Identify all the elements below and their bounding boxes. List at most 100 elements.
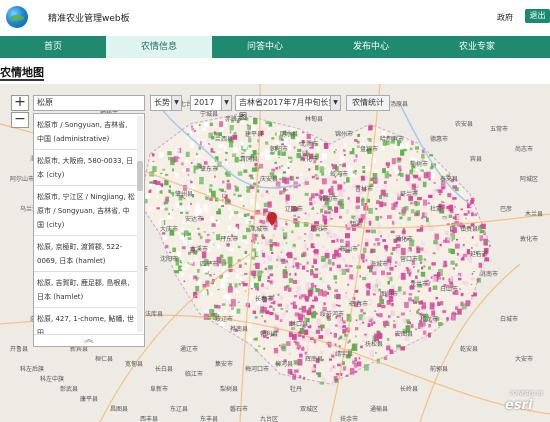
suggestion-item[interactable]: 松原市 / Songyuan, 吉林省, 中国 (administrative) [34, 114, 138, 150]
suggestion-scroll-thumb[interactable] [137, 161, 143, 191]
crop-patch [224, 190, 227, 193]
crop-patch [210, 148, 214, 153]
crop-patch [442, 217, 446, 220]
crop-patch [240, 164, 245, 168]
crop-patch [410, 323, 414, 328]
crop-patch [196, 227, 200, 230]
place-label: 通化市 [395, 236, 414, 243]
zoom-out-button[interactable]: − [11, 112, 29, 128]
crop-patch [212, 232, 215, 234]
farm-stats-button[interactable]: 农情统计 [346, 95, 390, 111]
crop-patch [290, 302, 294, 305]
zoom-in-button[interactable]: + [11, 95, 29, 111]
place-label: 凤城市 [250, 226, 269, 233]
crop-patch [281, 165, 283, 167]
crop-patch [190, 202, 192, 205]
crop-patch [250, 282, 254, 288]
crop-patch [364, 176, 367, 178]
crop-patch [253, 118, 258, 125]
crop-patch [395, 201, 399, 204]
crop-patch [391, 220, 395, 225]
crop-patch [422, 330, 427, 335]
crop-patch [365, 259, 368, 262]
place-label: 安图县 [395, 331, 414, 338]
crop-patch [255, 337, 258, 341]
place-label: 勃利县 [260, 331, 279, 338]
crop-patch [211, 178, 215, 181]
place-label: 阿尔山市 [10, 176, 35, 183]
crop-patch [381, 145, 385, 151]
crop-patch [315, 233, 320, 237]
nav-item-farm-info[interactable]: 农情信息 [106, 36, 212, 58]
chevron-down-icon[interactable]: ▼ [330, 96, 340, 110]
place-label: 乾安县 [460, 346, 479, 353]
logout-button[interactable]: 退出 [525, 9, 550, 23]
crop-patch [260, 241, 264, 244]
crop-patch [220, 283, 226, 289]
crop-patch [202, 290, 208, 296]
suggestion-item[interactable]: 松原市, 宁江区 / Ningjiang, 松原市 / Songyuan, 吉林… [34, 186, 138, 236]
map-layer-select[interactable]: 吉林省2017年7月中旬长势图 ▼ [235, 95, 341, 121]
crop-patch [148, 206, 152, 211]
crop-patch [390, 310, 395, 316]
suggestion-item[interactable]: 松原, 京極町, 渡賀郡, 522-0069, 日本 (hamlet) [34, 236, 138, 272]
suggestion-scrollbar[interactable] [137, 116, 143, 332]
crop-patch [400, 272, 406, 280]
crop-patch [367, 257, 369, 259]
crop-patch [428, 287, 432, 292]
crop-patch [265, 190, 269, 193]
nav-item-publish-center[interactable]: 发布中心 [318, 36, 424, 58]
crop-patch [435, 297, 438, 300]
crop-patch [384, 173, 390, 179]
crop-patch [455, 306, 459, 310]
crop-patch [283, 236, 286, 240]
crop-patch [352, 343, 358, 351]
crop-patch [148, 183, 152, 187]
crop-patch [433, 181, 436, 184]
crop-patch [432, 276, 437, 282]
chevron-down-icon[interactable]: ▼ [171, 96, 181, 110]
crop-patch [238, 264, 242, 268]
crop-patch [146, 193, 150, 199]
crop-patch [356, 361, 362, 367]
suggestion-item[interactable]: 松原, 427, 1-chome, 鮎幡, 世田 [34, 308, 138, 334]
type-select[interactable]: 长势 ▼ [150, 95, 182, 111]
crop-patch [296, 285, 301, 292]
nav-item-home[interactable]: 首页 [0, 36, 106, 58]
crop-patch [267, 201, 272, 208]
place-label: 木兰县 [525, 211, 544, 218]
crop-patch [389, 266, 394, 271]
crop-patch [215, 219, 218, 222]
crop-patch [186, 136, 189, 140]
crop-patch [442, 277, 445, 281]
crop-patch [368, 208, 373, 214]
crop-patch [378, 231, 382, 234]
crop-patch [336, 264, 341, 269]
place-label: 白山市 [440, 286, 459, 293]
year-select[interactable]: 2017 ▼ [190, 95, 232, 111]
crop-patch [209, 274, 212, 277]
crop-patch [195, 169, 200, 174]
suggestion-item[interactable]: 松原市, 大阪府, 580-0033, 日本 (city) [34, 150, 138, 186]
crop-patch [455, 224, 458, 228]
crop-patch [276, 258, 279, 261]
nav-item-experts[interactable]: 农业专家 [424, 36, 530, 58]
crop-patch [432, 285, 438, 290]
nav-item-qa-center[interactable]: 问答中心 [212, 36, 318, 58]
crop-patch [421, 216, 424, 220]
crop-patch [252, 191, 255, 195]
double-chevron-up-icon[interactable]: ︽ [34, 334, 144, 346]
crop-patch [221, 277, 225, 283]
crop-patch [351, 256, 354, 259]
chevron-down-icon[interactable]: ▼ [221, 96, 231, 110]
crop-patch [362, 260, 365, 263]
crop-patch [255, 234, 259, 237]
crop-patch [233, 131, 237, 135]
crop-patch [365, 274, 369, 277]
crop-patch [406, 319, 410, 323]
crop-patch [278, 156, 280, 158]
crop-patch [338, 215, 343, 219]
suggestion-item[interactable]: 松原, 吉賀町, 鹿足郡, 島根県, 日本 (hamlet) [34, 272, 138, 308]
place-search-input[interactable]: 松原 [33, 95, 145, 111]
crop-patch [263, 260, 266, 264]
